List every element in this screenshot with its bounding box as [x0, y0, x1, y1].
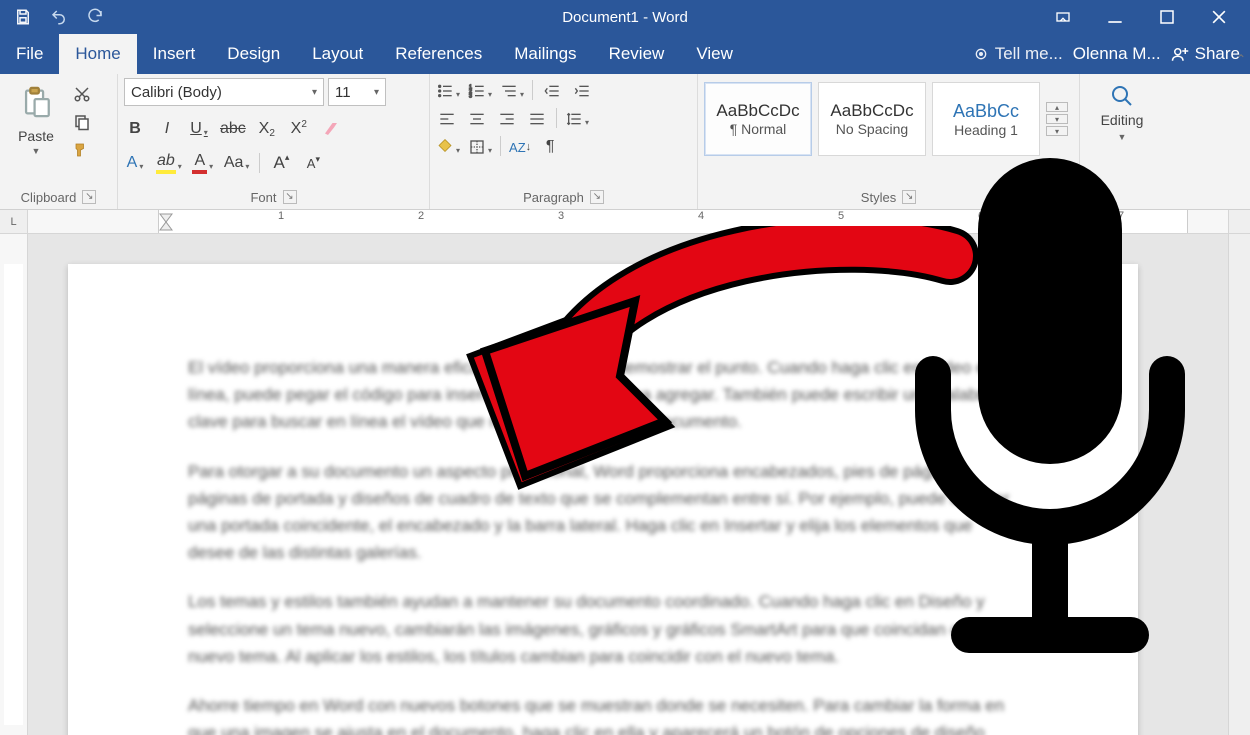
- paragraph-text[interactable]: Los temas y estilos también ayudan a man…: [188, 588, 1018, 670]
- style-no-spacing[interactable]: AaBbCcDc No Spacing: [818, 82, 926, 156]
- clipboard-launcher-icon[interactable]: ↘: [82, 190, 96, 204]
- ribbon: ⌃ Paste ▼ Clipboard↘ Calibri (Body)▾ 11▾: [0, 74, 1250, 210]
- tab-mailings[interactable]: Mailings: [498, 34, 592, 74]
- text-effects-button[interactable]: A▾: [124, 152, 146, 174]
- clipboard-group-label: Clipboard: [21, 190, 77, 205]
- tell-me-search[interactable]: Tell me...: [973, 44, 1063, 64]
- tab-file[interactable]: File: [0, 34, 59, 74]
- clear-formatting-icon[interactable]: [320, 118, 342, 140]
- indent-marker-icon[interactable]: [158, 212, 174, 232]
- tab-selector[interactable]: L: [0, 210, 28, 233]
- style-gallery-more[interactable]: ▴▾▾: [1046, 82, 1068, 156]
- tab-references[interactable]: References: [379, 34, 498, 74]
- share-label: Share: [1195, 44, 1240, 64]
- window-controls: [1050, 4, 1250, 30]
- close-icon[interactable]: [1206, 4, 1232, 30]
- tab-review[interactable]: Review: [593, 34, 681, 74]
- scrollbar-vertical-top[interactable]: [1228, 210, 1250, 233]
- tell-me-label: Tell me...: [995, 44, 1063, 64]
- tab-design[interactable]: Design: [211, 34, 296, 74]
- tab-layout[interactable]: Layout: [296, 34, 379, 74]
- font-color-button[interactable]: A▾: [192, 152, 214, 174]
- style-gallery[interactable]: AaBbCcDc ¶ Normal AaBbCcDc No Spacing Aa…: [704, 78, 1068, 156]
- ribbon-tabs: File Home Insert Design Layout Reference…: [0, 34, 1250, 74]
- paragraph-group-label: Paragraph: [523, 190, 584, 205]
- subscript-button[interactable]: X2: [256, 118, 278, 140]
- paste-label: Paste: [18, 128, 54, 144]
- align-center-button[interactable]: [466, 108, 488, 130]
- underline-button[interactable]: U▾: [188, 118, 210, 140]
- format-painter-icon[interactable]: [72, 140, 92, 160]
- shading-button[interactable]: ▾: [436, 136, 460, 158]
- grow-font-button[interactable]: A▴: [270, 152, 292, 174]
- arrow-overlay-icon: [430, 226, 990, 506]
- borders-button[interactable]: ▾: [468, 136, 492, 158]
- line-spacing-button[interactable]: ▾: [565, 108, 589, 130]
- align-right-button[interactable]: [496, 108, 518, 130]
- styles-launcher-icon[interactable]: ↘: [902, 190, 916, 204]
- font-size-combo[interactable]: 11▾: [328, 78, 386, 106]
- minimize-icon[interactable]: [1102, 4, 1128, 30]
- superscript-button[interactable]: X2: [288, 118, 310, 140]
- tab-view[interactable]: View: [680, 34, 749, 74]
- ribbon-options-icon[interactable]: [1050, 4, 1076, 30]
- tab-home[interactable]: Home: [59, 34, 136, 74]
- numbering-button[interactable]: 123▾: [468, 80, 492, 102]
- shrink-font-button[interactable]: A▾: [302, 152, 324, 174]
- editing-label: Editing: [1101, 112, 1144, 128]
- save-icon[interactable]: [14, 8, 32, 26]
- italic-button[interactable]: I: [156, 118, 178, 140]
- bold-button[interactable]: B: [124, 118, 146, 140]
- align-left-button[interactable]: [436, 108, 458, 130]
- titlebar: Document1 - Word: [0, 0, 1250, 34]
- svg-text:3: 3: [469, 94, 472, 99]
- vertical-ruler[interactable]: [0, 234, 28, 735]
- multilevel-list-button[interactable]: ▾: [500, 80, 524, 102]
- copy-icon[interactable]: [72, 112, 92, 132]
- editing-button[interactable]: Editing ▼: [1087, 78, 1157, 142]
- quick-access-toolbar: [0, 8, 104, 26]
- paragraph-text[interactable]: Ahorre tiempo en Word con nuevos botones…: [188, 692, 1018, 735]
- styles-group-label: Styles: [861, 190, 896, 205]
- undo-icon[interactable]: [50, 8, 68, 26]
- font-launcher-icon[interactable]: ↘: [283, 190, 297, 204]
- justify-button[interactable]: [526, 108, 548, 130]
- tab-insert[interactable]: Insert: [137, 34, 212, 74]
- font-group-label: Font: [250, 190, 276, 205]
- paste-button[interactable]: Paste ▼: [6, 78, 66, 156]
- decrease-indent-button[interactable]: [541, 80, 563, 102]
- style-heading-1[interactable]: AaBbCc Heading 1: [932, 82, 1040, 156]
- font-name-combo[interactable]: Calibri (Body)▾: [124, 78, 324, 106]
- redo-icon[interactable]: [86, 8, 104, 26]
- scrollbar-vertical[interactable]: [1228, 234, 1250, 735]
- change-case-button[interactable]: Aa▾: [224, 152, 250, 174]
- bullets-button[interactable]: ▾: [436, 80, 460, 102]
- window-title: Document1 - Word: [562, 9, 688, 26]
- share-button[interactable]: Share: [1171, 44, 1240, 64]
- maximize-icon[interactable]: [1154, 4, 1180, 30]
- style-normal[interactable]: AaBbCcDc ¶ Normal: [704, 82, 812, 156]
- increase-indent-button[interactable]: [571, 80, 593, 102]
- show-marks-button[interactable]: ¶: [539, 136, 561, 158]
- collapse-ribbon-icon[interactable]: ⌃: [1236, 52, 1246, 66]
- paragraph-launcher-icon[interactable]: ↘: [590, 190, 604, 204]
- strikethrough-button[interactable]: abc: [220, 118, 246, 140]
- highlight-button[interactable]: ab▾: [156, 152, 182, 174]
- cut-icon[interactable]: [72, 84, 92, 104]
- sort-button[interactable]: AZ↓: [509, 136, 531, 158]
- account-name[interactable]: Olenna M...: [1073, 44, 1161, 64]
